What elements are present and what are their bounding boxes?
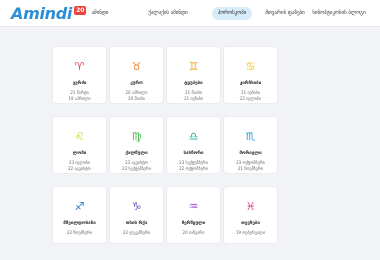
zodiac-card[interactable]: ♈ ვერძი 21 მარტი 19 აპრილი xyxy=(52,46,107,104)
nav-item-forecaster-blog[interactable]: სინოპტიკოსის ბლოგი xyxy=(312,7,366,20)
zodiac-card[interactable]: ♌ ლომი 23 ივლისი 22 აგვისტო xyxy=(52,116,107,174)
zodiac-icon: ♌ xyxy=(74,130,85,143)
nav-item-city-weather[interactable]: ქალაქის ამინდი xyxy=(138,7,198,20)
zodiac-name: სასწორი xyxy=(183,151,204,156)
zodiac-icon: ♒ xyxy=(188,200,199,213)
zodiac-date-end: 20 მაისი xyxy=(128,96,145,101)
zodiac-name: ტყუპები xyxy=(184,81,203,86)
zodiac-date-start: 21 ივნისი xyxy=(241,90,260,95)
zodiac-date-end: 21 ივნისი xyxy=(184,96,203,101)
nav-item-horoscope[interactable]: ჰოროსკოპი xyxy=(212,7,252,20)
zodiac-icon: ♈ xyxy=(74,60,85,73)
zodiac-card[interactable]: ♓ თევზები 19 თებერვალი xyxy=(223,186,278,244)
zodiac-date-start: 19 თებერვალი xyxy=(235,230,266,235)
zodiac-card[interactable]: ♋ კირჩხიბი 21 ივნისი 22 ივლისი xyxy=(223,46,278,104)
zodiac-date-start: 22 დეკემბერი xyxy=(122,230,151,235)
zodiac-name: კურო xyxy=(130,81,143,86)
zodiac-name: ვერძი xyxy=(72,81,87,86)
zodiac-name: თხის რქა xyxy=(125,221,148,226)
zodiac-date-end: 19 აპრილი xyxy=(68,96,91,101)
zodiac-name: მერწყული xyxy=(181,221,206,226)
zodiac-card[interactable]: ♉ კურო 20 აპრილი 20 მაისი xyxy=(109,46,164,104)
zodiac-icon: ♏ xyxy=(245,130,256,143)
zodiac-date-start: 21 მაისი xyxy=(185,90,202,95)
zodiac-date-start: 23 აგვისტო xyxy=(125,160,148,165)
zodiac-date-start: 20 აპრილი xyxy=(125,90,148,95)
zodiac-date-end: 22 სექტემბერი xyxy=(122,166,151,171)
zodiac-icon: ♎ xyxy=(188,130,199,143)
nav-item-moon-phases[interactable]: მთვარის ფაზები xyxy=(264,7,306,20)
zodiac-date-start: 20 იანვარი xyxy=(182,230,205,235)
zodiac-date-start: 23 ოქტომბერი xyxy=(236,160,265,165)
zodiac-name: ქალწული xyxy=(125,151,148,156)
nav-item-weather[interactable]: ამინდი xyxy=(80,7,120,20)
zodiac-card[interactable]: ♊ ტყუპები 21 მაისი 21 ივნისი xyxy=(166,46,221,104)
zodiac-name: კირჩხიბი xyxy=(239,81,262,86)
zodiac-icon: ♑ xyxy=(131,200,142,213)
zodiac-icon: ♋ xyxy=(245,60,256,73)
zodiac-icon: ♓ xyxy=(245,200,256,213)
zodiac-date-start: 22 ნოემბერი xyxy=(66,230,93,235)
zodiac-icon: ♉ xyxy=(131,60,142,73)
zodiac-name: ლომი xyxy=(72,151,87,156)
zodiac-card[interactable]: ♏ მორიელი 23 ოქტომბერი 21 ნოემბერი xyxy=(223,116,278,174)
zodiac-date-start: 23 სექტემბერი xyxy=(179,160,208,165)
zodiac-date-end: 22 ივლისი xyxy=(240,96,261,101)
zodiac-card[interactable]: ♒ მერწყული 20 იანვარი xyxy=(166,186,221,244)
zodiac-card[interactable]: ♍ ქალწული 23 აგვისტო 22 სექტემბერი xyxy=(109,116,164,174)
zodiac-date-end: 22 ოქტომბერი xyxy=(179,166,208,171)
zodiac-card[interactable]: ♐ მშვილდოსანი 22 ნოემბერი xyxy=(52,186,107,244)
zodiac-card[interactable]: ♑ თხის რქა 22 დეკემბერი xyxy=(109,186,164,244)
zodiac-icon: ♊ xyxy=(188,60,199,73)
zodiac-date-start: 21 მარტი xyxy=(70,90,89,95)
main-nav: ამინდი ქალაქის ამინდი ჰოროსკოპი მთვარის … xyxy=(0,7,380,20)
zodiac-card[interactable]: ♎ სასწორი 23 სექტემბერი 22 ოქტომბერი xyxy=(166,116,221,174)
top-header: Amindi 20 ამინდი ქალაქის ამინდი ჰოროსკოპ… xyxy=(0,0,380,27)
zodiac-date-end: 22 აგვისტო xyxy=(68,166,91,171)
zodiac-date-end: 21 ნოემბერი xyxy=(237,166,264,171)
zodiac-name: თევზები xyxy=(241,221,260,226)
zodiac-icon: ♐ xyxy=(74,200,85,213)
zodiac-icon: ♍ xyxy=(131,130,142,143)
zodiac-name: მორიელი xyxy=(239,151,262,156)
zodiac-name: მშვილდოსანი xyxy=(63,221,96,226)
zodiac-date-start: 23 ივლისი xyxy=(69,160,90,165)
